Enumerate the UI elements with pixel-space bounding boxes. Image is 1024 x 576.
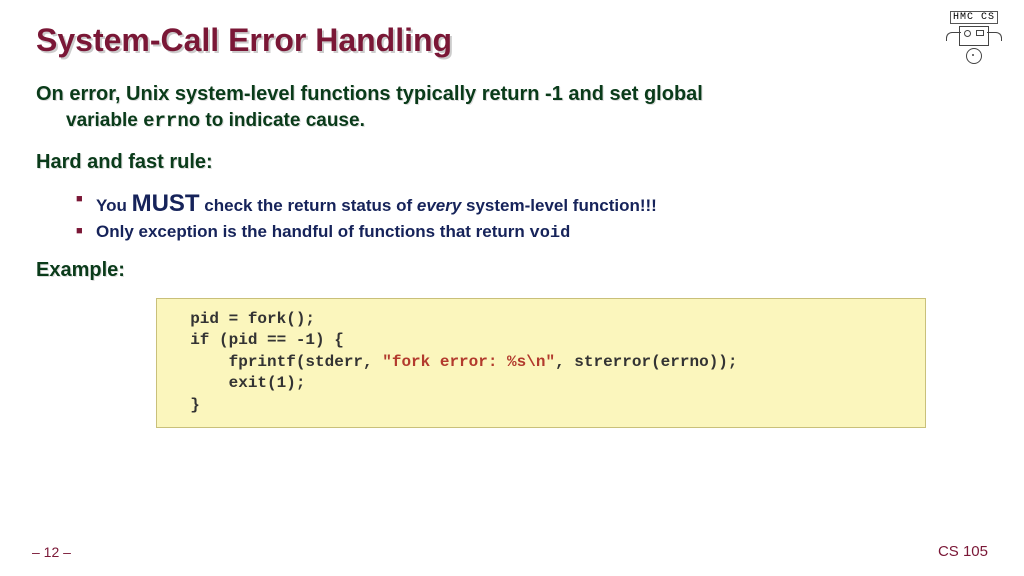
intro-line2-pre: variable — [66, 110, 143, 131]
code-line-5: } — [171, 396, 200, 414]
code-line-4: exit(1); — [171, 374, 305, 392]
bullet1-a: You — [96, 196, 132, 215]
rule-heading: Hard and fast rule: — [36, 149, 988, 176]
intro-paragraph: On error, Unix system-level functions ty… — [36, 81, 988, 135]
must-emphasis: MUST — [132, 190, 200, 217]
intro-line1: On error, Unix system-level functions ty… — [36, 83, 703, 105]
code-line-1: pid = fork(); — [171, 310, 315, 328]
bullet-exception: Only exception is the handful of functio… — [76, 222, 988, 243]
code-line-3a: fprintf(stderr, — [171, 353, 382, 371]
robot-wheel-icon — [966, 48, 982, 64]
robot-body-icon — [959, 26, 989, 46]
course-label: CS 105 — [938, 543, 988, 560]
bullet1-b: check the return status of — [200, 196, 417, 215]
bullet2-a: Only exception is the handful of functio… — [96, 222, 530, 241]
errno-code: errno — [143, 110, 200, 132]
code-string-literal: "fork error: %s\n" — [382, 353, 555, 371]
slide-title: System-Call Error Handling — [36, 22, 988, 59]
void-code: void — [530, 224, 571, 243]
code-example: pid = fork(); if (pid == -1) { fprintf(s… — [156, 298, 926, 428]
code-line-2: if (pid == -1) { — [171, 331, 344, 349]
code-line-3b: , strerror(errno)); — [555, 353, 737, 371]
bullet-must-check: You MUST check the return status of ever… — [76, 190, 988, 218]
example-heading: Example: — [36, 257, 988, 284]
every-emphasis: every — [417, 196, 461, 215]
hmc-cs-logo: HMC CS — [938, 6, 1010, 64]
logo-label: HMC CS — [950, 11, 998, 24]
rule-bullets: You MUST check the return status of ever… — [76, 190, 988, 243]
bullet1-c: system-level function!!! — [461, 196, 657, 215]
intro-line2-post: to indicate cause. — [200, 110, 365, 131]
page-number: – 12 – — [32, 544, 71, 560]
